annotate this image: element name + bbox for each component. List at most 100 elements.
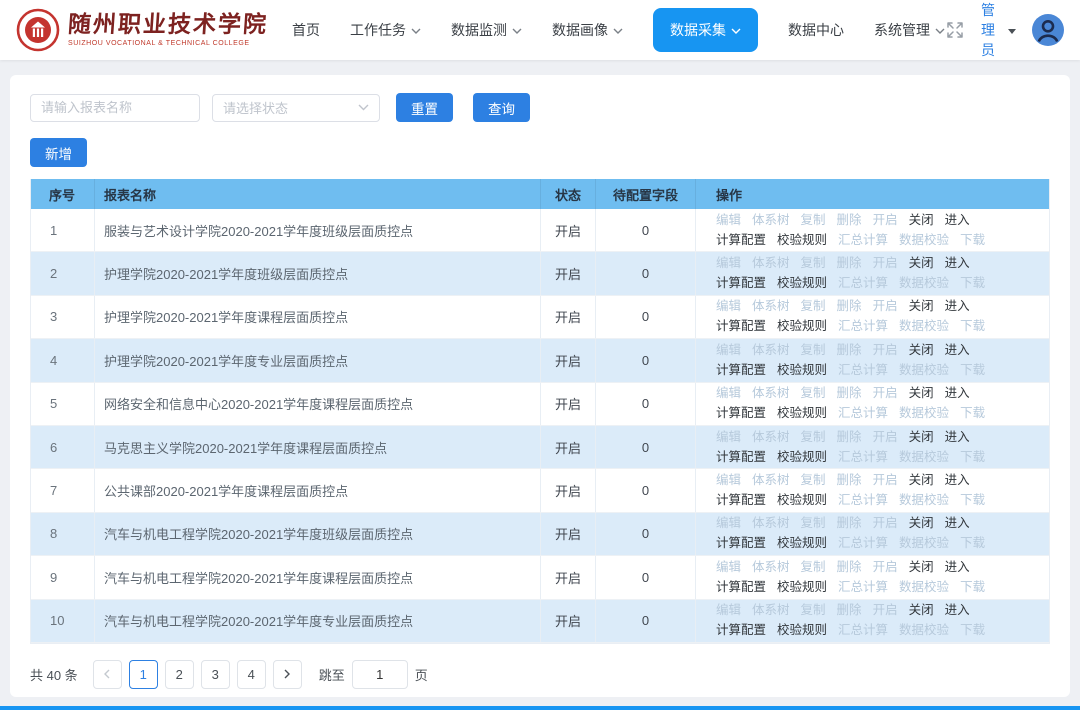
op-validation-rules[interactable]: 校验规则	[777, 361, 827, 380]
chevron-left-icon	[103, 669, 111, 679]
search-button[interactable]: 查询	[473, 93, 530, 122]
row-operations: 编辑体系树复制删除开启关闭进入 计算配置校验规则汇总计算数据校验下载	[696, 252, 1049, 294]
op-close[interactable]: 关闭	[909, 297, 934, 316]
op-enter[interactable]: 进入	[945, 558, 970, 577]
table-row: 1 服装与艺术设计学院2020-2021学年度班级层面质控点 开启 0 编辑体系…	[31, 209, 1049, 252]
nav-item-label: 数据采集	[670, 20, 726, 40]
page-button-4[interactable]: 4	[237, 660, 266, 689]
op-validation-rules[interactable]: 校验规则	[777, 317, 827, 336]
row-status: 开启	[541, 209, 596, 251]
page-button-3[interactable]: 3	[201, 660, 230, 689]
op-close[interactable]: 关闭	[909, 384, 934, 403]
op-edit: 编辑	[716, 514, 741, 533]
jump-to-label: 跳至	[319, 665, 345, 684]
op-enter[interactable]: 进入	[945, 601, 970, 620]
column-header: 状态	[541, 179, 596, 209]
op-copy: 复制	[801, 254, 826, 273]
add-button[interactable]: 新增	[30, 138, 87, 167]
report-name-input[interactable]	[30, 94, 200, 122]
op-calc-config[interactable]: 计算配置	[716, 404, 766, 423]
next-page-button[interactable]	[273, 660, 302, 689]
op-validation-rules[interactable]: 校验规则	[777, 621, 827, 640]
op-close[interactable]: 关闭	[909, 211, 934, 230]
op-copy: 复制	[801, 341, 826, 360]
op-enter[interactable]: 进入	[945, 471, 970, 490]
op-enter[interactable]: 进入	[945, 341, 970, 360]
op-open: 开启	[873, 384, 898, 403]
nav-data-portrait[interactable]: 数据画像	[552, 20, 623, 40]
op-calc-config[interactable]: 计算配置	[716, 231, 766, 250]
op-download: 下载	[960, 534, 985, 553]
op-open: 开启	[873, 297, 898, 316]
report-name: 服装与艺术设计学院2020-2021学年度班级层面质控点	[95, 209, 541, 251]
op-calc-config[interactable]: 计算配置	[716, 578, 766, 597]
op-enter[interactable]: 进入	[945, 384, 970, 403]
nav-data-monitoring[interactable]: 数据监测	[451, 20, 522, 40]
row-status: 开启	[541, 426, 596, 468]
reset-button[interactable]: 重置	[396, 93, 453, 122]
op-close[interactable]: 关闭	[909, 254, 934, 273]
nav-data-center[interactable]: 数据中心	[788, 20, 844, 40]
user-avatar[interactable]	[1032, 14, 1064, 46]
chevron-down-icon	[731, 28, 741, 34]
op-edit: 编辑	[716, 341, 741, 360]
page-button-1[interactable]: 1	[129, 660, 158, 689]
college-name-en: SUIZHOU VOCATIONAL & TECHNICAL COLLEGE	[68, 40, 268, 47]
status-select[interactable]: 请选择状态	[212, 94, 380, 122]
op-close[interactable]: 关闭	[909, 428, 934, 447]
content-card: 请选择状态 重置 查询 新增 序号报表名称状态待配置字段操作 1 服装与艺术设计…	[10, 75, 1070, 697]
op-open: 开启	[873, 254, 898, 273]
op-calc-config[interactable]: 计算配置	[716, 317, 766, 336]
op-edit: 编辑	[716, 384, 741, 403]
op-close[interactable]: 关闭	[909, 558, 934, 577]
table-row: 3 护理学院2020-2021学年度课程层面质控点 开启 0 编辑体系树复制删除…	[31, 296, 1049, 339]
report-name: 护理学院2020-2021学年度课程层面质控点	[95, 296, 541, 338]
prev-page-button[interactable]	[93, 660, 122, 689]
report-name: 护理学院2020-2021学年度专业层面质控点	[95, 339, 541, 381]
nav-system-admin[interactable]: 系统管理	[874, 20, 945, 40]
op-calc-config[interactable]: 计算配置	[716, 448, 766, 467]
nav-home[interactable]: 首页	[292, 20, 320, 40]
op-calc-config[interactable]: 计算配置	[716, 621, 766, 640]
op-enter[interactable]: 进入	[945, 514, 970, 533]
page-button-2[interactable]: 2	[165, 660, 194, 689]
user-menu[interactable]: 管理员	[981, 0, 1016, 60]
jump-page-input[interactable]	[352, 660, 408, 689]
row-operations: 编辑体系树复制删除开启关闭进入 计算配置校验规则汇总计算数据校验下载	[696, 383, 1049, 425]
op-enter[interactable]: 进入	[945, 254, 970, 273]
op-download: 下载	[960, 274, 985, 293]
op-close[interactable]: 关闭	[909, 601, 934, 620]
op-validation-rules[interactable]: 校验规则	[777, 578, 827, 597]
op-validation-rules[interactable]: 校验规则	[777, 534, 827, 553]
row-operations: 编辑体系树复制删除开启关闭进入 计算配置校验规则汇总计算数据校验下载	[696, 513, 1049, 555]
fullscreen-button[interactable]	[945, 20, 965, 40]
op-calc-config[interactable]: 计算配置	[716, 274, 766, 293]
op-copy: 复制	[801, 558, 826, 577]
nav-work-tasks[interactable]: 工作任务	[350, 20, 421, 40]
op-summary-calc: 汇总计算	[838, 317, 888, 336]
op-validation-rules[interactable]: 校验规则	[777, 404, 827, 423]
op-close[interactable]: 关闭	[909, 471, 934, 490]
op-enter[interactable]: 进入	[945, 297, 970, 316]
main-nav: 首页 工作任务 数据监测 数据画像 数据采集 数据中心 系统管理	[292, 8, 945, 52]
op-validation-rules[interactable]: 校验规则	[777, 274, 827, 293]
op-validation-rules[interactable]: 校验规则	[777, 448, 827, 467]
op-summary-calc: 汇总计算	[838, 491, 888, 510]
op-data-check: 数据校验	[899, 534, 949, 553]
op-calc-config[interactable]: 计算配置	[716, 361, 766, 380]
op-calc-config[interactable]: 计算配置	[716, 534, 766, 553]
op-close[interactable]: 关闭	[909, 341, 934, 360]
row-index: 10	[31, 600, 95, 642]
op-enter[interactable]: 进入	[945, 428, 970, 447]
op-close[interactable]: 关闭	[909, 514, 934, 533]
op-validation-rules[interactable]: 校验规则	[777, 491, 827, 510]
op-calc-config[interactable]: 计算配置	[716, 491, 766, 510]
op-enter[interactable]: 进入	[945, 211, 970, 230]
page-buttons: 1234	[129, 660, 266, 689]
nav-data-collection[interactable]: 数据采集	[653, 8, 758, 52]
op-validation-rules[interactable]: 校验规则	[777, 231, 827, 250]
op-data-check: 数据校验	[899, 361, 949, 380]
college-logo: 随州职业技术学院 SUIZHOU VOCATIONAL & TECHNICAL …	[16, 8, 268, 52]
row-operations: 编辑体系树复制删除开启关闭进入 计算配置校验规则汇总计算数据校验下载	[696, 426, 1049, 468]
operations-line-1: 编辑体系树复制删除开启关闭进入	[716, 341, 970, 360]
